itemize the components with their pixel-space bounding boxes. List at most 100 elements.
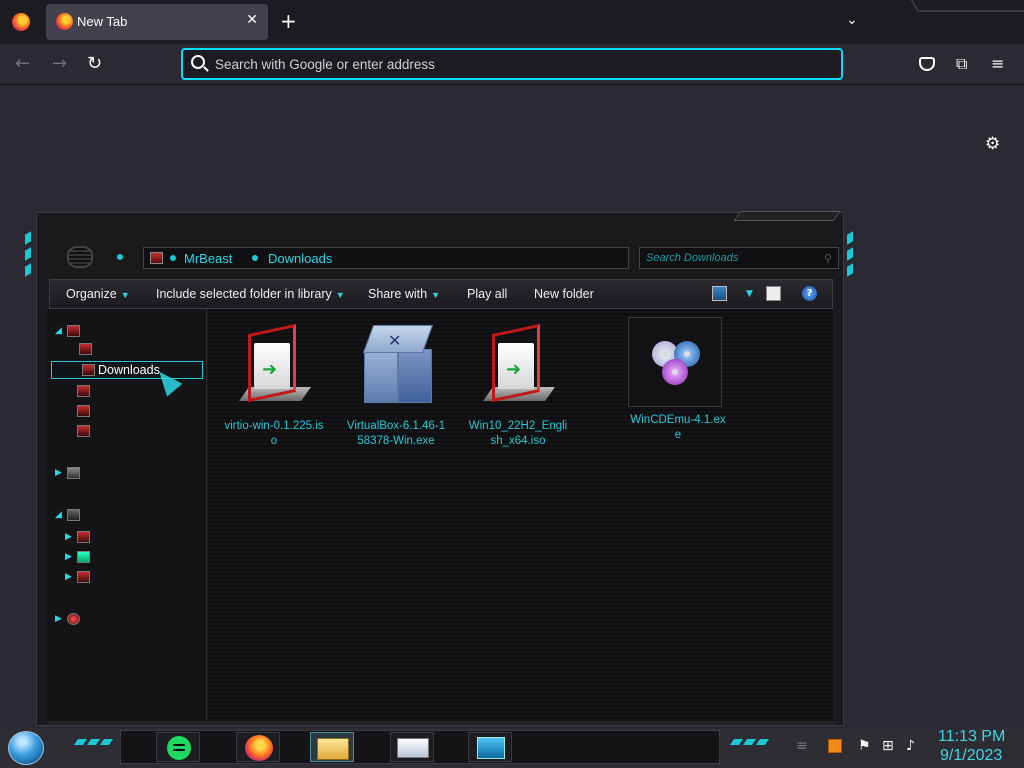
tree-item[interactable]: ◢ [55,323,203,341]
tree-item[interactable]: ▶ [65,529,203,547]
expand-arrow-icon[interactable]: ◢ [55,326,62,336]
tray-app-icon[interactable] [828,739,842,753]
tree-item[interactable] [65,423,203,441]
breadcrumb-separator-icon [252,255,258,261]
folder-icon [317,738,349,760]
expand-arrow-icon[interactable]: ▶ [55,614,62,624]
monitor-taskbar-button[interactable] [390,732,434,762]
cd-icon [662,359,688,385]
file-name: virtio-win-0.1.225.iso [224,420,324,447]
help-icon[interactable]: ? [802,286,817,301]
search-icon: ⚲ [823,252,832,265]
taskbar-accent [755,739,770,745]
clock-time[interactable]: 11:13 PM [938,728,1005,746]
new-folder-button[interactable]: New folder [534,287,594,301]
expand-arrow-icon[interactable]: ▶ [55,468,62,478]
firefox-icon [245,735,273,761]
share-with-button[interactable]: Share with ▼ [368,287,440,301]
expand-arrow-icon[interactable]: ◢ [55,510,62,520]
search-downloads-input[interactable]: Search Downloads ⚲ [639,247,839,269]
organize-label: Organize [66,287,117,301]
address-row: MrBeast Downloads ⌄ ↻ Search Downloads ⚲ [49,243,839,271]
network-icon[interactable]: ⊞ [882,738,894,754]
tab-title: New Tab [77,14,128,29]
gear-icon[interactable]: ⚙ [985,134,1000,154]
iso-file-icon: ➜ [483,323,555,403]
chevron-down-icon: ▼ [120,290,130,300]
file-item[interactable]: WinCDEmu-4.1.exe [628,317,726,447]
include-folder-button[interactable]: Include selected folder in library ▼ [156,287,345,301]
firefox-taskbar-button[interactable] [236,732,280,762]
tree-label-downloads: Downloads [98,363,160,377]
tree-item[interactable]: ▶ [55,465,203,483]
taskbar: ≡ ⚑ ⊞ ♪ 11:13 PM 9/1/2023 [0,728,1024,768]
iso-file-icon: ➜ [239,323,311,403]
start-button[interactable] [8,731,44,765]
address-bar[interactable]: MrBeast Downloads ⌄ ↻ [143,247,714,269]
organize-button[interactable]: Organize ▼ [66,287,130,301]
taskbar-accent [742,739,757,745]
back-forward-emblem-icon[interactable] [67,246,93,268]
play-all-button[interactable]: Play all [467,287,507,301]
expand-arrow-icon[interactable]: ▶ [65,552,72,562]
computer-icon [67,509,80,521]
pocket-icon[interactable] [919,57,935,71]
show-hidden-icons-icon[interactable]: ≡ [796,738,808,754]
window-bottom-edge [47,721,835,725]
breadcrumb-downloads[interactable]: Downloads [268,251,332,266]
favorites-icon [67,325,80,337]
tab-close-icon[interactable]: ✕ [246,12,258,28]
extensions-icon[interactable]: ⧉ [956,54,967,74]
file-item[interactable]: ➜ Win10_22H2_English_x64.iso [468,321,568,451]
app-menu-icon[interactable]: ≡ [991,54,1004,73]
change-view-icon[interactable] [712,286,727,301]
tree-item[interactable]: ▶ [65,569,203,587]
reload-button[interactable]: ↻ [87,53,102,74]
nav-dot-icon [117,254,123,260]
firefox-menu-icon[interactable] [12,13,30,31]
list-all-tabs-icon[interactable]: ⌄ [846,12,858,28]
url-input[interactable]: Search with Google or enter address [215,57,435,72]
folder-icon [77,425,90,437]
expand-arrow-icon[interactable]: ▶ [65,572,72,582]
new-tab-button[interactable]: + [280,9,297,33]
flag-icon[interactable]: ⚑ [858,738,871,754]
breadcrumb-mrbeast[interactable]: MrBeast [184,251,232,266]
tree-item[interactable] [65,403,203,421]
tree-item[interactable] [67,341,203,359]
chevron-down-icon[interactable]: ▼ [746,289,753,299]
folder-icon [77,385,90,397]
file-item[interactable]: ✕ VirtualBox-6.1.46-158378-Win.exe [346,321,446,451]
virtualbox-mark-icon: ✕ [388,331,402,350]
file-list: ➜ virtio-win-0.1.225.iso ✕ VirtualBox-6.… [208,309,833,723]
tree-item[interactable] [65,383,203,401]
back-button[interactable]: ← [15,53,30,74]
url-bar[interactable]: Search with Google or enter address [181,48,843,80]
file-name: Win10_22H2_English_x64.iso [468,420,568,447]
clock-date[interactable]: 9/1/2023 [940,747,1002,765]
network-icon [67,613,80,625]
installer-taskbar-button[interactable] [468,732,512,762]
tab-new-tab[interactable]: New Tab ✕ [46,4,268,40]
file-explorer-window: MrBeast Downloads ⌄ ↻ Search Downloads ⚲… [25,211,853,726]
forward-button[interactable]: → [52,53,67,74]
preview-pane-icon[interactable] [766,286,781,301]
arrow-right-icon: ➜ [262,359,278,380]
spotify-taskbar-button[interactable] [156,732,200,762]
taskbar-accent [86,739,101,745]
cube-face [398,349,432,403]
taskbar-accent [99,739,114,745]
search-icon [191,55,205,69]
volume-icon[interactable]: ♪ [906,738,915,754]
tree-item[interactable]: ◢ [55,507,203,525]
expand-arrow-icon[interactable]: ▶ [65,532,72,542]
installer-icon [477,737,505,759]
tree-item[interactable]: ▶ [65,549,203,567]
resource-monitor-icon [397,738,429,758]
tree-item-downloads[interactable]: Downloads [51,361,203,379]
drive-icon [77,571,90,583]
file-item[interactable]: ➜ virtio-win-0.1.225.iso [224,321,324,451]
explorer-taskbar-button[interactable] [310,732,354,762]
share-with-label: Share with [368,287,428,301]
tree-item[interactable]: ▶ [55,611,203,629]
